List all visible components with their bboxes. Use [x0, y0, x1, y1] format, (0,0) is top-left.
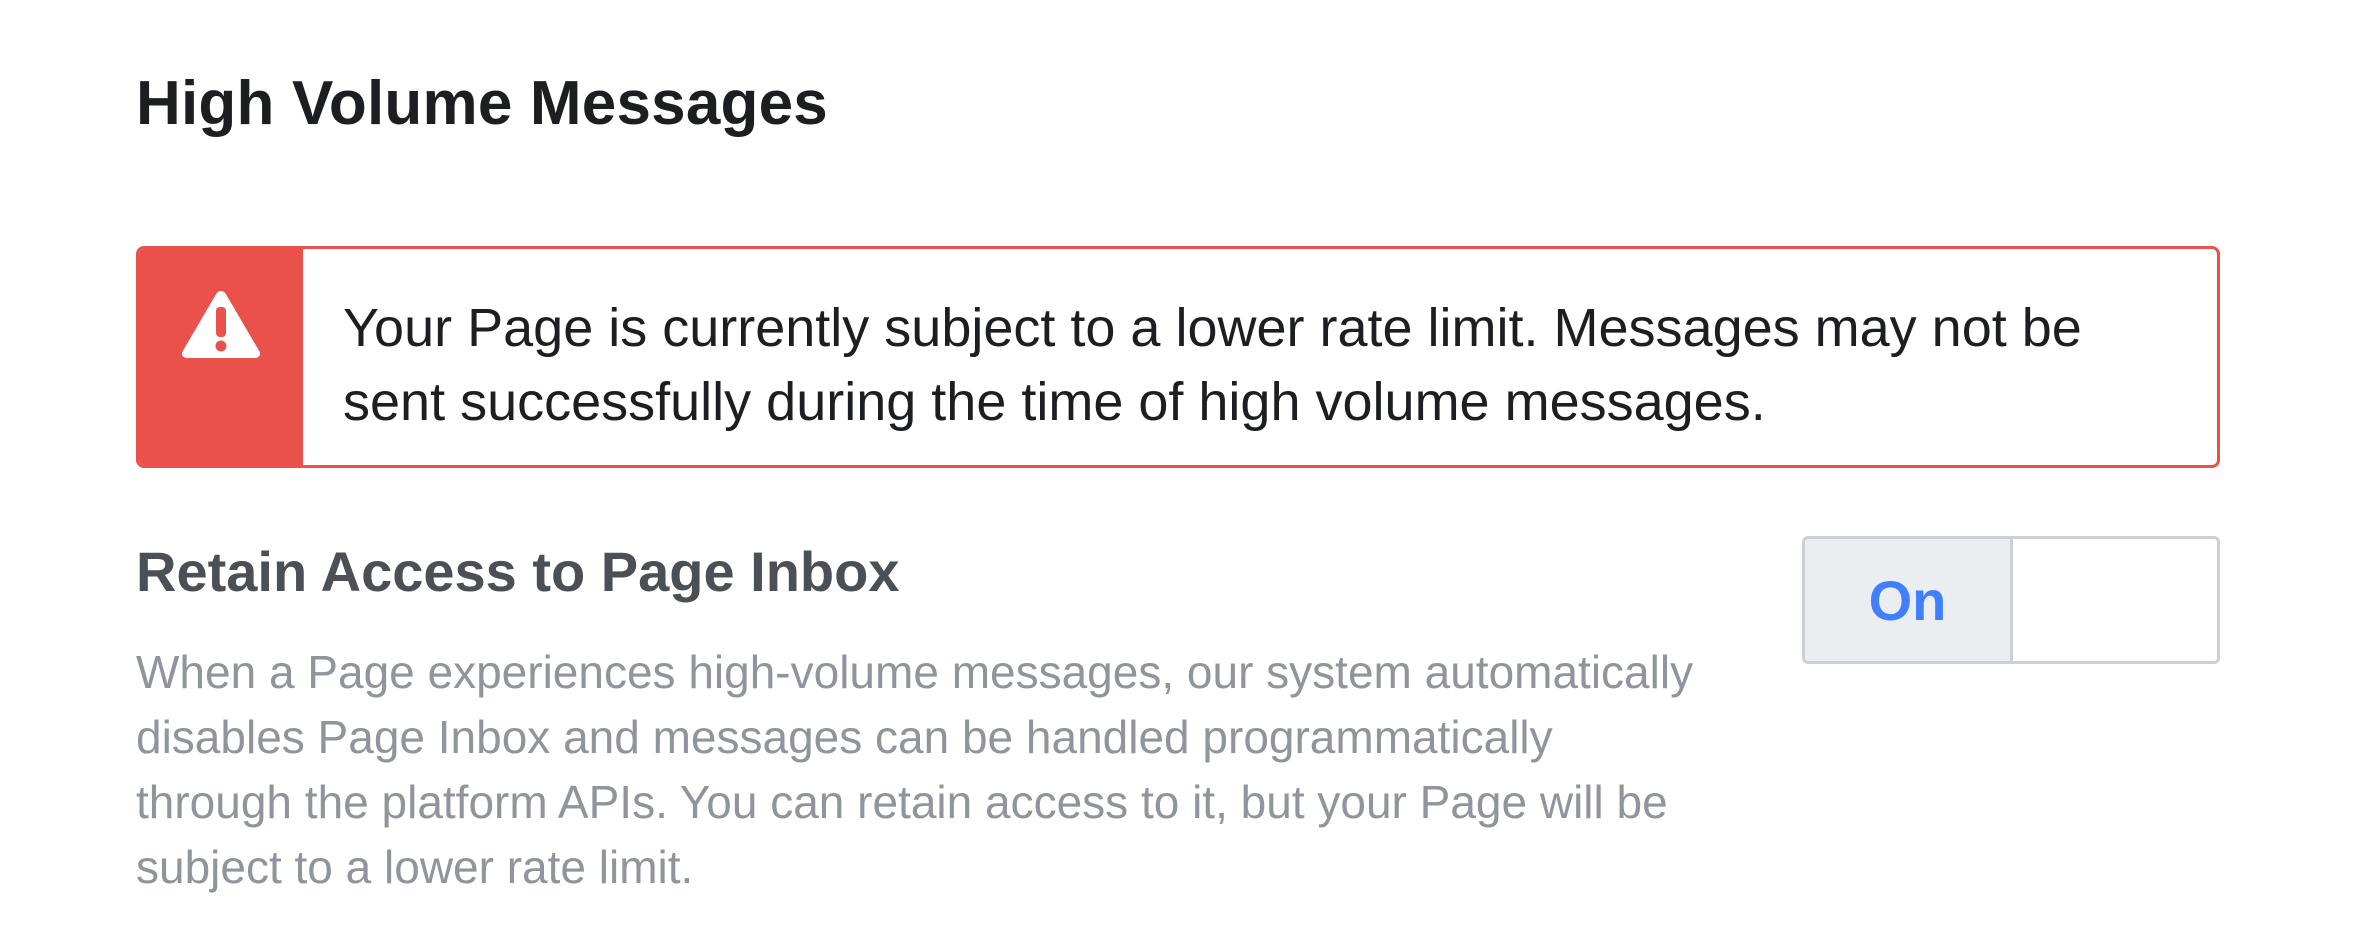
page-title: High Volume Messages [136, 69, 828, 138]
toggle-off-option[interactable] [2013, 539, 2217, 661]
alert-message: Your Page is currently subject to a lowe… [343, 298, 2082, 432]
retain-inbox-toggle[interactable]: On [1802, 536, 2220, 664]
warning-triangle-icon [181, 291, 261, 358]
alert-icon-container [139, 249, 303, 465]
rate-limit-alert: Your Page is currently subject to a lowe… [136, 246, 2220, 468]
setting-title: Retain Access to Page Inbox [136, 540, 900, 603]
setting-description: When a Page experiences high-volume mess… [136, 646, 1694, 893]
toggle-on-option[interactable]: On [1805, 539, 2013, 661]
